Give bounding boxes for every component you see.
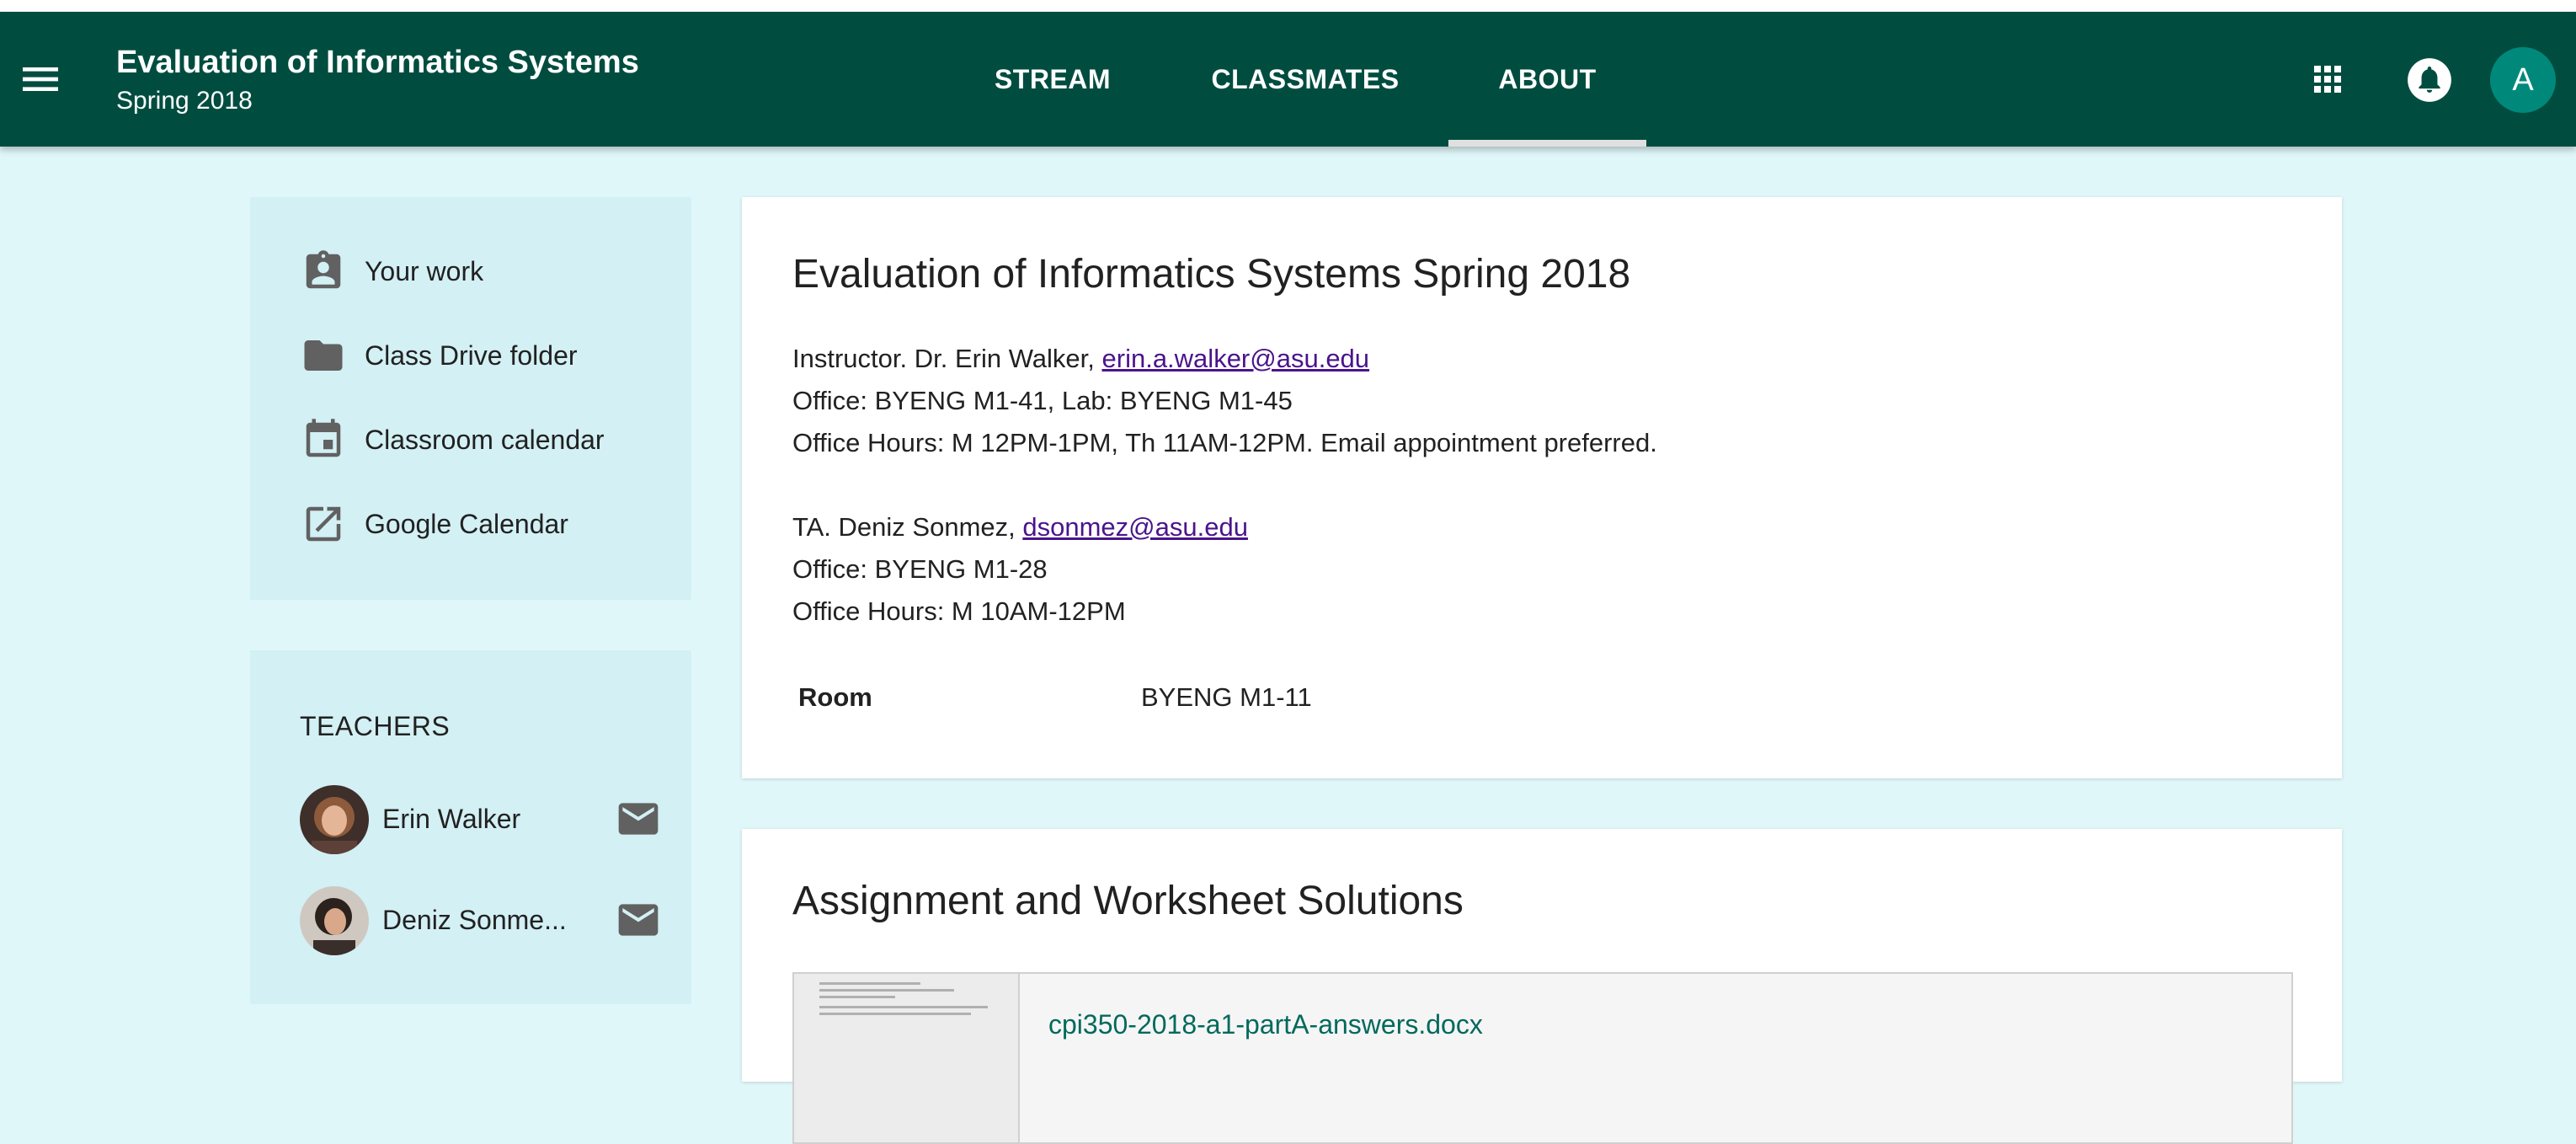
- teacher-name: Deniz Sonme...: [382, 905, 567, 935]
- attachment-name: cpi350-2018-a1-partA-answers.docx: [1048, 1009, 1483, 1040]
- sidebar-item-your-work[interactable]: Your work: [301, 246, 483, 297]
- sidebar-item-label: Google Calendar: [365, 508, 568, 539]
- open-in-new-icon: [306, 506, 341, 542]
- menu-icon: [23, 67, 58, 91]
- instructor-text: Instructor. Dr. Erin Walker,: [792, 344, 1102, 373]
- document-thumbnail: [794, 974, 1020, 1142]
- teacher-avatar: [300, 886, 369, 955]
- assignment-ind-icon: [306, 250, 341, 289]
- email-teacher-button[interactable]: [615, 795, 662, 847]
- sidebar-item-classroom-calendar[interactable]: Classroom calendar: [301, 414, 605, 465]
- class-title-block[interactable]: Evaluation of Informatics Systems Spring…: [116, 44, 639, 116]
- ta-text: TA. Deniz Sonmez,: [792, 512, 1023, 542]
- mail-icon: [618, 904, 659, 936]
- sidebar-item-label: Classroom calendar: [365, 424, 605, 455]
- notifications-button[interactable]: [2407, 57, 2452, 107]
- ta-line: TA. Deniz Sonmez, dsonmez@asu.edu: [792, 512, 1248, 543]
- folder-icon: [304, 340, 343, 371]
- tab-stream[interactable]: STREAM: [977, 12, 1128, 147]
- instructor-line: Instructor. Dr. Erin Walker, erin.a.walk…: [792, 344, 1369, 374]
- menu-button[interactable]: [17, 56, 64, 103]
- teacher-row: Deniz Sonme...: [300, 886, 670, 955]
- sidebar-item-label: Your work: [365, 255, 484, 286]
- email-teacher-button[interactable]: [615, 896, 662, 948]
- room-label: Room: [798, 682, 872, 712]
- mail-icon: [618, 803, 659, 835]
- apps-button[interactable]: [2307, 59, 2348, 104]
- sidebar-item-label: Class Drive folder: [365, 339, 578, 371]
- about-title: Evaluation of Informatics Systems Spring…: [792, 252, 1631, 297]
- class-header: Evaluation of Informatics Systems Spring…: [0, 12, 2576, 147]
- class-section: Spring 2018: [116, 87, 253, 115]
- calendar-icon: [306, 419, 341, 457]
- class-resources-card: Your work Class Drive folder Classroom c…: [250, 197, 691, 600]
- teacher-name: Erin Walker: [382, 804, 521, 834]
- browser-top-strip: [0, 0, 2576, 12]
- apps-grid-icon: [2314, 66, 2341, 93]
- ta-office: Office: BYENG M1-28: [792, 554, 1048, 584]
- account-avatar[interactable]: A: [2490, 47, 2556, 113]
- teachers-card: TEACHERS Erin Walker Deniz Sonme...: [250, 650, 691, 1004]
- attachment-item[interactable]: cpi350-2018-a1-partA-answers.docx: [792, 972, 2293, 1144]
- ta-email-link[interactable]: dsonmez@asu.edu: [1022, 512, 1248, 542]
- sidebar-item-class-drive-folder[interactable]: Class Drive folder: [301, 330, 578, 381]
- instructor-office: Office: BYENG M1-41, Lab: BYENG M1-45: [792, 386, 1293, 415]
- instructor-email-link[interactable]: erin.a.walker@asu.edu: [1102, 344, 1370, 373]
- active-tab-indicator: [1448, 140, 1646, 147]
- teachers-heading: TEACHERS: [300, 711, 451, 741]
- tab-about[interactable]: ABOUT: [1448, 12, 1646, 147]
- teacher-row: Erin Walker: [300, 785, 670, 854]
- notifications-bell-icon: [2408, 58, 2451, 102]
- about-card: Evaluation of Informatics Systems Spring…: [742, 197, 2342, 778]
- materials-card: Assignment and Worksheet Solutions cpi35…: [742, 829, 2342, 1144]
- tab-classmates[interactable]: CLASSMATES: [1200, 12, 1411, 147]
- room-value: BYENG M1-11: [1141, 682, 1312, 712]
- ta-hours: Office Hours: M 10AM-12PM: [792, 596, 1126, 626]
- materials-title: Assignment and Worksheet Solutions: [792, 879, 1464, 923]
- teacher-avatar: [300, 785, 369, 854]
- instructor-hours: Office Hours: M 12PM-1PM, Th 11AM-12PM. …: [792, 428, 1657, 457]
- sidebar-item-google-calendar[interactable]: Google Calendar: [301, 499, 568, 549]
- class-title: Evaluation of Informatics Systems: [116, 45, 639, 80]
